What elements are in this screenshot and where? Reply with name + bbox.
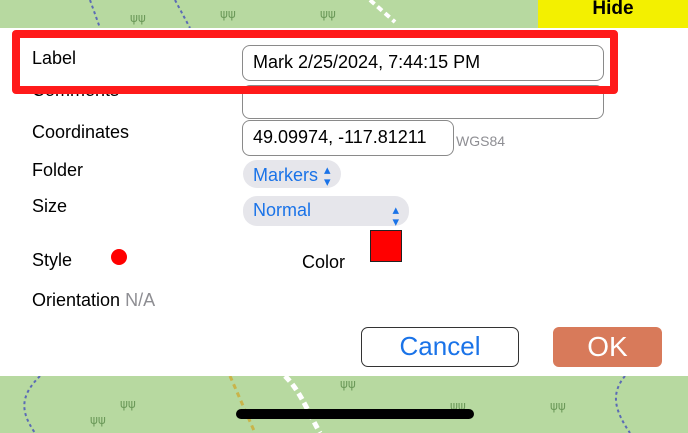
hide-button[interactable]: Hide xyxy=(538,0,688,30)
svg-text:ψψ: ψψ xyxy=(90,413,106,427)
size-select[interactable]: Normal ▴ ▾ xyxy=(243,196,409,229)
orientation-value: N/A xyxy=(125,290,156,310)
comments-field[interactable] xyxy=(242,85,604,119)
comments-caption: Comments xyxy=(32,86,120,98)
up-down-chevron-icon: ▴ ▾ xyxy=(324,162,331,189)
orientation-row: Orientation N/A xyxy=(32,290,155,310)
svg-text:ψψ: ψψ xyxy=(220,7,236,21)
map-trails-bottom: ψψ ψψ ψψ ψψ ψψ xyxy=(23,376,631,433)
map-background-bottom[interactable]: ψψ ψψ ψψ ψψ ψψ xyxy=(0,376,688,433)
cancel-button[interactable]: Cancel xyxy=(361,327,519,367)
orientation-caption: Orientation xyxy=(32,290,121,310)
home-indicator[interactable] xyxy=(236,409,474,419)
color-caption: Color xyxy=(302,252,346,272)
folder-select-value: Markers xyxy=(253,164,319,185)
folder-select[interactable]: Markers ▴ ▾ xyxy=(243,160,341,188)
up-down-chevron-icon: ▴ ▾ xyxy=(392,202,399,229)
ok-button[interactable]: OK xyxy=(553,327,662,367)
label-caption: Label xyxy=(32,48,77,68)
coordinates-caption: Coordinates xyxy=(32,122,130,142)
svg-text:ψψ: ψψ xyxy=(340,377,356,391)
style-caption: Style xyxy=(32,250,73,270)
svg-text:ψψ: ψψ xyxy=(320,7,336,21)
coordinates-field[interactable]: 49.09974, -117.81211 xyxy=(242,120,454,156)
size-select-value: Normal xyxy=(253,200,312,220)
svg-text:ψψ: ψψ xyxy=(130,11,146,25)
marker-edit-dialog: Label Mark 2/25/2024, 7:44:15 PM Comment… xyxy=(0,28,688,376)
folder-caption: Folder xyxy=(32,160,84,180)
coordinates-datum: WGS84 xyxy=(456,133,506,149)
svg-text:ψψ: ψψ xyxy=(120,397,136,411)
color-swatch[interactable] xyxy=(370,230,402,262)
style-marker-dot-icon[interactable] xyxy=(111,249,127,265)
label-field[interactable]: Mark 2/25/2024, 7:44:15 PM xyxy=(242,45,604,81)
svg-text:ψψ: ψψ xyxy=(550,399,566,413)
size-caption: Size xyxy=(32,196,68,216)
